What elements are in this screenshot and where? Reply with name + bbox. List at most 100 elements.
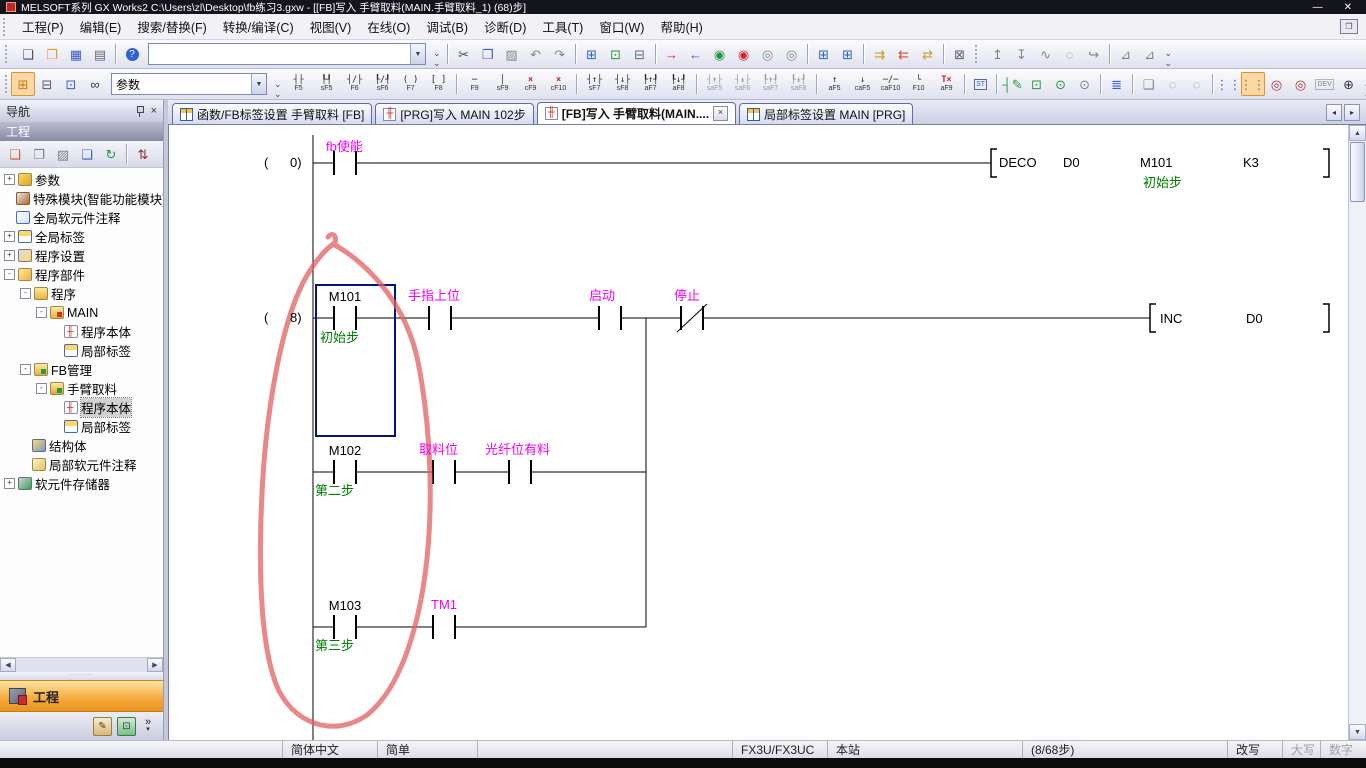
combo-dropdown-icon-2[interactable]: ▼	[251, 74, 266, 94]
tree-item[interactable]: -MAIN	[0, 303, 163, 322]
input-interrupt-line-button[interactable]: └F10	[905, 70, 933, 98]
toolbar-overflow-icon-2[interactable]: ⌄⌄	[1162, 48, 1176, 68]
ladder-display-mode-button[interactable]: ⋮⋮	[1217, 72, 1241, 96]
tree-expand-icon[interactable]: +	[4, 231, 15, 242]
pin-icon[interactable]	[135, 105, 145, 117]
project-view-button[interactable]: 工程	[0, 680, 163, 712]
navigation-more-icon[interactable]: »▾	[141, 718, 155, 735]
menu-item[interactable]: 调试(B)	[418, 14, 476, 39]
tree-expand-icon[interactable]: +	[4, 174, 15, 185]
tab-scroll-left-icon[interactable]: ◂	[1326, 104, 1342, 121]
open-contact-button[interactable]: ┤├F5	[285, 70, 313, 98]
tree-item[interactable]: +软元件存储器	[0, 474, 163, 493]
ladder-monitor-mode-button[interactable]: ⋮⋮	[1241, 72, 1265, 96]
tree-item[interactable]: 局部标签	[0, 417, 163, 436]
find-combobox[interactable]: ▼	[148, 43, 426, 65]
menu-item[interactable]: 视图(V)	[302, 14, 360, 39]
tree-item[interactable]: 程序本体	[0, 398, 163, 417]
document-tab[interactable]: 局部标签设置 MAIN [PRG]	[739, 103, 913, 124]
user-library-icon[interactable]: ✎	[93, 717, 112, 736]
edit-note-button[interactable]: ⊙	[1073, 72, 1097, 96]
help-button[interactable]: ?	[120, 42, 144, 66]
tree-item[interactable]: -手臂取料	[0, 379, 163, 398]
ladder-vscrollbar[interactable]: ▲ ▼	[1348, 125, 1366, 740]
falling-pulse-negate-button[interactable]: ┤↡├saF6	[729, 70, 757, 98]
document-tab[interactable]: [FB]写入 手臂取料(MAIN....×	[537, 102, 736, 124]
inline-st-insert-button[interactable]: ┤✎	[1001, 72, 1025, 96]
watch-register-1-button[interactable]: ◎	[1265, 72, 1289, 96]
document-generation-button[interactable]: ❏	[1137, 72, 1161, 96]
parallel-falling-pulse-button[interactable]: ┞↓┦aF8	[665, 70, 693, 98]
navigation-hscrollbar[interactable]: ◀ ▶	[0, 657, 163, 672]
copy-data-button[interactable]: ❐	[27, 142, 51, 166]
tree-item[interactable]: -FB管理	[0, 360, 163, 379]
tab-close-button[interactable]: ×	[713, 106, 728, 121]
save-project-button[interactable]: ▦	[64, 42, 88, 66]
watch-register-2-button[interactable]: ◎	[1289, 72, 1313, 96]
rising-pulse-contact-button[interactable]: ┤↑├sF7	[581, 70, 609, 98]
search-device-combobox[interactable]: 参数 ▼	[111, 73, 267, 95]
invert-operation-results-button[interactable]: ↑aF5	[821, 70, 849, 98]
tree-expand-icon[interactable]: -	[20, 364, 31, 375]
graph-tool-2-button[interactable]: ⊿	[1138, 42, 1162, 66]
delete-line-button[interactable]: T×aF9	[933, 70, 961, 98]
edit-statement-button[interactable]: ⊙	[1049, 72, 1073, 96]
connection-destination-icon[interactable]: ⊡	[117, 717, 136, 736]
device-test-button[interactable]: ⊟	[628, 42, 652, 66]
graph-tool-1-button[interactable]: ⊿	[1114, 42, 1138, 66]
monitor-write-button[interactable]: ◎	[780, 42, 804, 66]
scroll-track[interactable]	[1349, 203, 1366, 724]
menu-item[interactable]: 在线(O)	[359, 14, 418, 39]
navigation-window-toggle-button[interactable]: ⊞	[11, 72, 35, 96]
search-next-button[interactable]: ◌	[1185, 72, 1209, 96]
open-project-button[interactable]: ❐	[40, 42, 64, 66]
navigation-close-icon[interactable]: ×	[151, 105, 157, 117]
data-property-button[interactable]: ❏	[75, 142, 99, 166]
write-to-plc-button[interactable]: →	[660, 42, 684, 66]
tree-item[interactable]: 程序本体	[0, 322, 163, 341]
monitor-pause-button[interactable]: ◎	[756, 42, 780, 66]
verify-with-plc-button[interactable]: ⇉	[868, 42, 892, 66]
read-from-plc-button[interactable]: ←	[684, 42, 708, 66]
tree-item[interactable]: 局部软元件注释	[0, 455, 163, 474]
menu-item[interactable]: 帮助(H)	[652, 14, 710, 39]
scroll-up-icon[interactable]: ▲	[1349, 125, 1366, 141]
toolbar-overflow-icon[interactable]: ⌄⌄	[430, 48, 444, 68]
combo-dropdown-icon[interactable]: ▼	[410, 44, 425, 64]
delete-horizontal-line-button[interactable]: ×cF9	[517, 70, 545, 98]
paste-data-button[interactable]: ▨	[51, 142, 75, 166]
minimize-button[interactable]: —	[1305, 2, 1331, 13]
device-display-format-button[interactable]: DEV	[1313, 72, 1337, 96]
redo-button[interactable]: ↷	[548, 42, 572, 66]
navigation-splitter[interactable]: ·········	[0, 672, 163, 680]
scroll-down-icon[interactable]: ▼	[1349, 724, 1366, 740]
tree-expand-icon[interactable]: -	[36, 307, 47, 318]
monitor-stop-button[interactable]: ◉	[732, 42, 756, 66]
tree-item[interactable]: +参数	[0, 170, 163, 189]
toolbar2-overflow-icon[interactable]: ⌄⌄	[271, 79, 285, 99]
statement-batch-edit-button[interactable]: ≣	[1105, 72, 1129, 96]
hscroll-right-icon[interactable]: ▶	[147, 658, 163, 672]
tree-item[interactable]: 全局软元件注释	[0, 208, 163, 227]
monitor-start-button[interactable]: ◉	[708, 42, 732, 66]
rising-pulse-negate-button[interactable]: ┤↟├saF5	[701, 70, 729, 98]
horizontal-line-button[interactable]: ─F9	[461, 70, 489, 98]
new-project-button[interactable]: ❏	[16, 42, 40, 66]
device-batch-monitor-1-button[interactable]: ⊞	[812, 42, 836, 66]
tree-item[interactable]: 局部标签	[0, 341, 163, 360]
document-tab[interactable]: [PRG]写入 MAIN 102步	[375, 103, 533, 124]
copy-button[interactable]: ❐	[476, 42, 500, 66]
parallel-open-contact-button[interactable]: ┞┦sF5	[313, 70, 341, 98]
transfer-setup-button[interactable]: ⇄	[916, 42, 940, 66]
sampling-trace-pulse-button[interactable]: ∿	[1034, 42, 1058, 66]
undo-button[interactable]: ↶	[524, 42, 548, 66]
hscroll-track[interactable]	[16, 658, 147, 672]
parallel-falling-negate-button[interactable]: ┞↡┦saF8	[785, 70, 813, 98]
trace-jump-button[interactable]: ↪	[1082, 42, 1106, 66]
ladder-canvas[interactable]: ( 0) fb使能 DECO D0 M101 K3 初始步 ( 8) M101 …	[169, 125, 1348, 740]
hscroll-left-icon[interactable]: ◀	[0, 658, 16, 672]
zoom-button[interactable]: ⊕	[1337, 72, 1361, 96]
device-batch-monitor-2-button[interactable]: ⊞	[836, 42, 860, 66]
sampling-trace-up-button[interactable]: ↥	[986, 42, 1010, 66]
write-verify-button[interactable]: ⇇	[892, 42, 916, 66]
